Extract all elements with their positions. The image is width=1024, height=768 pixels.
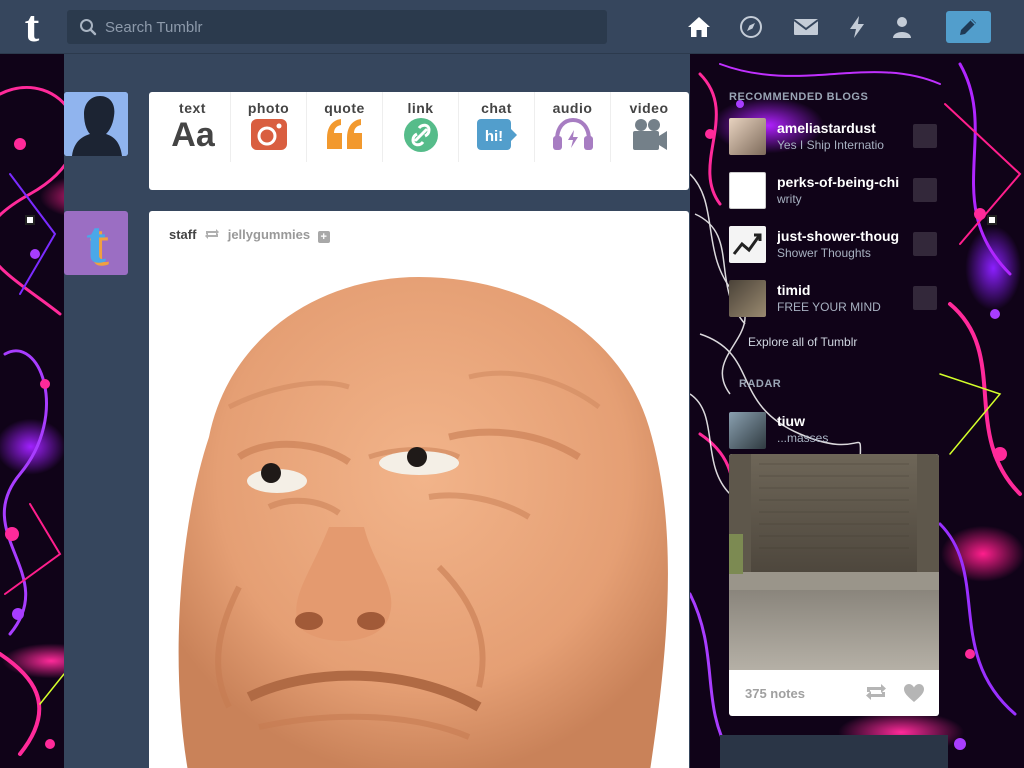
video-camera-icon [633,119,667,150]
reblogged-from-link[interactable]: jellygummies [228,227,310,242]
text-icon: Aa [171,116,216,152]
activity-lightning-icon[interactable] [845,15,869,39]
radar-post: 375 notes [729,454,939,716]
search-icon [80,19,97,36]
staff-avatar[interactable]: t [64,211,128,275]
post-type-video[interactable]: video [611,92,687,162]
radar-blog-name[interactable]: tiuw [777,413,805,429]
dashboard-post: staff jellygummies + [149,211,689,768]
radar-post-photo[interactable] [729,454,939,670]
follow-button[interactable]: + [317,231,330,243]
my-avatar[interactable] [64,92,128,156]
blog-name[interactable]: timid [777,282,907,298]
blog-description: Shower Thoughts [777,246,871,260]
post-type-label: quote [324,100,365,116]
post-type-chat[interactable]: chat hi! [459,92,535,162]
recommended-blog-item[interactable]: just-shower-thoug Shower Thoughts [729,226,939,266]
post-type-photo[interactable]: photo [231,92,307,162]
radar-blog[interactable]: tiuw ...masses [729,410,939,450]
note-count[interactable]: 375 notes [745,686,805,701]
chat-icon: hi! [476,119,517,150]
blog-description: FREE YOUR MIND [777,300,881,314]
svg-text:Aa: Aa [171,116,216,152]
blog-avatar [729,226,766,263]
blog-description: Yes I Ship Internatio [777,138,884,152]
reblog-icon[interactable] [865,683,887,701]
follow-blog-button[interactable] [913,178,937,202]
blog-name[interactable]: ameliastardust [777,120,907,136]
post-type-label: audio [552,100,593,116]
quote-icon [326,119,362,149]
recommended-blog-item[interactable]: ameliastardust Yes I Ship Internatio [729,118,939,158]
account-person-icon[interactable] [890,15,914,39]
blog-avatar [729,172,766,209]
camera-icon [250,119,287,150]
blog-description: writy [777,192,802,206]
recommended-blog-item[interactable]: timid FREE YOUR MIND [729,280,939,320]
post-photo[interactable] [149,267,689,768]
tumblr-t-logo-icon: t [86,211,106,275]
post-author-link[interactable]: staff [169,227,196,242]
arrow-graph-icon [732,233,762,255]
post-type-label: text [179,100,206,116]
headphones-icon [552,117,593,150]
compose-post-button[interactable] [946,11,991,43]
explore-tumblr-link[interactable]: Explore all of Tumblr [748,335,857,349]
post-header: staff jellygummies + [169,227,330,243]
post-type-label: video [629,100,669,116]
post-type-audio[interactable]: audio [535,92,611,162]
home-icon[interactable] [687,15,711,39]
post-type-label: chat [481,100,512,116]
top-navigation-bar: t [0,0,1024,54]
radar-heading: RADAR [739,378,782,390]
blog-avatar [729,118,766,155]
post-type-quote[interactable]: quote [307,92,383,162]
pencil-icon [960,19,976,35]
blog-avatar [729,280,766,317]
follow-blog-button[interactable] [913,232,937,256]
reblog-icon [205,229,220,239]
search-input[interactable] [105,10,595,44]
recommended-blog-item[interactable]: perks-of-being-chi writy [729,172,939,212]
follow-blog-button[interactable] [913,286,937,310]
follow-blog-button[interactable] [913,124,937,148]
post-type-text[interactable]: text Aa [155,92,231,162]
radar-blog-description: ...masses [777,431,829,445]
blog-name[interactable]: just-shower-thoug [777,228,907,244]
post-type-selector: text Aa photo quote link chat hi! audio … [149,92,689,190]
explore-compass-icon[interactable] [739,15,763,39]
silhouette-icon [64,92,128,156]
tumblr-logo[interactable]: t [14,5,50,49]
heart-like-icon[interactable] [903,683,925,703]
link-icon [403,118,438,152]
radar-blog-avatar [729,412,766,449]
svg-text:hi!: hi! [484,128,502,145]
post-type-label: photo [247,100,290,116]
recommended-blogs-heading: RECOMMENDED BLOGS [729,91,869,103]
post-type-link[interactable]: link [383,92,459,162]
post-type-label: link [407,100,434,116]
sidebar-bottom-panel [720,735,948,768]
inbox-envelope-icon[interactable] [793,15,819,39]
blog-name[interactable]: perks-of-being-chi [777,174,907,190]
search-box[interactable] [67,10,607,44]
